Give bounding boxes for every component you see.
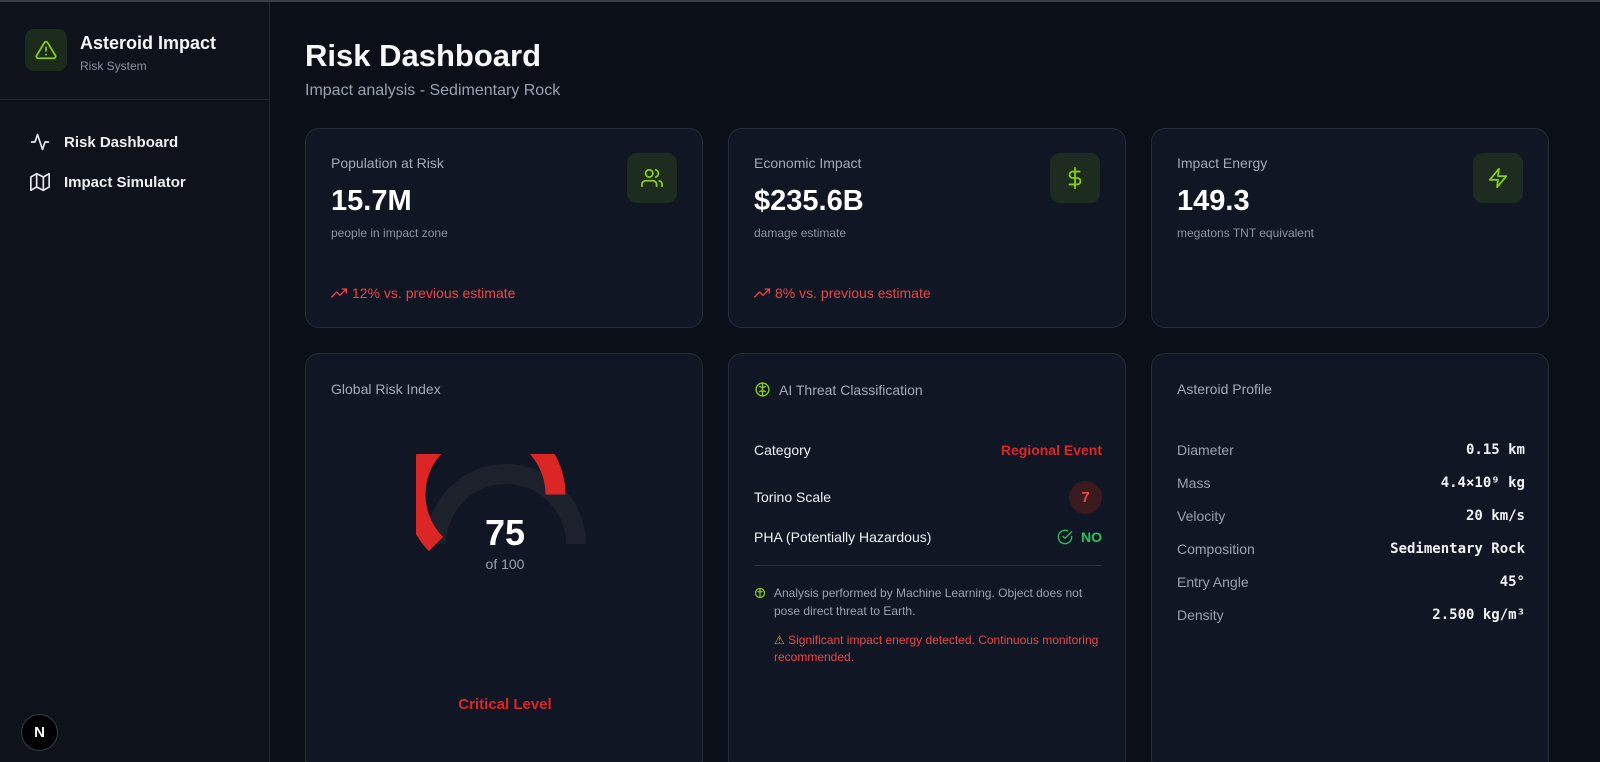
card-title: Asteroid Profile bbox=[1177, 381, 1272, 397]
torino-label: Torino Scale bbox=[754, 489, 832, 505]
pha-status: NO bbox=[1057, 529, 1102, 545]
risk-index-card: Global Risk Index 75 of 100 Critical Lev… bbox=[305, 353, 703, 762]
sidebar-item-impact-simulator[interactable]: Impact Simulator bbox=[0, 162, 269, 202]
trending-up-icon bbox=[331, 288, 347, 298]
profile-value: 45° bbox=[1499, 574, 1525, 590]
population-card: Population at Risk 15.7M people in impac… bbox=[305, 128, 703, 328]
card-title: Global Risk Index bbox=[331, 381, 441, 397]
stat-trend: 12% vs. previous estimate bbox=[331, 285, 515, 301]
page-subtitle: Impact analysis - Sedimentary Rock bbox=[305, 82, 561, 99]
card-title: AI Threat Classification bbox=[754, 381, 923, 398]
profile-value: 0.15 km bbox=[1465, 442, 1525, 458]
category-value: Regional Event bbox=[1000, 442, 1102, 458]
map-icon bbox=[30, 172, 50, 192]
brain-icon bbox=[755, 382, 770, 397]
check-circle-icon bbox=[1057, 529, 1073, 545]
profile-key: Density bbox=[1177, 607, 1224, 623]
warning-triangle-icon bbox=[25, 29, 67, 71]
economic-card: Economic Impact $235.6B damage estimate … bbox=[728, 128, 1126, 328]
stat-desc: megatons TNT equivalent bbox=[1177, 226, 1314, 240]
pha-value: NO bbox=[1081, 529, 1102, 545]
stat-label: Impact Energy bbox=[1177, 155, 1268, 171]
card-title-text: AI Threat Classification bbox=[779, 381, 923, 398]
divider bbox=[754, 565, 1102, 566]
gauge-max: of 100 bbox=[485, 556, 525, 572]
profile-key: Entry Angle bbox=[1177, 574, 1249, 590]
profile-row: Velocity 20 km/s bbox=[1177, 508, 1525, 524]
sidebar: Asteroid Impact Risk System Risk Dashboa… bbox=[0, 2, 270, 762]
sidebar-item-label: Impact Simulator bbox=[64, 173, 186, 191]
stat-value: $235.6B bbox=[754, 185, 864, 217]
torino-row: Torino Scale 7 bbox=[754, 480, 1102, 514]
main-content: Risk Dashboard Impact analysis - Sedimen… bbox=[271, 2, 1600, 762]
sidebar-nav: Risk Dashboard Impact Simulator bbox=[0, 100, 269, 202]
profile-row: Mass 4.4×10⁹ kg bbox=[1177, 475, 1525, 491]
torino-badge: 7 bbox=[1069, 480, 1102, 514]
sidebar-item-risk-dashboard[interactable]: Risk Dashboard bbox=[0, 122, 269, 162]
profile-row: Diameter 0.15 km bbox=[1177, 442, 1525, 458]
profile-value: 20 km/s bbox=[1465, 508, 1525, 524]
users-icon bbox=[627, 153, 677, 203]
profile-row: Density 2.500 kg/m³ bbox=[1177, 607, 1525, 623]
category-label: Category bbox=[754, 442, 811, 458]
stat-desc: damage estimate bbox=[754, 226, 847, 240]
ml-note: Analysis performed by Machine Learning. … bbox=[754, 584, 1102, 620]
zap-icon bbox=[1473, 153, 1523, 203]
page-title: Risk Dashboard bbox=[305, 38, 542, 73]
profile-card: Asteroid Profile Diameter 0.15 km Mass 4… bbox=[1151, 353, 1549, 762]
profile-key: Composition bbox=[1177, 541, 1255, 557]
brain-icon bbox=[754, 587, 766, 599]
stat-value: 15.7M bbox=[331, 185, 412, 217]
profile-key: Velocity bbox=[1177, 508, 1226, 524]
gauge-value: 75 bbox=[484, 512, 526, 553]
stat-label: Economic Impact bbox=[754, 155, 862, 171]
sidebar-item-label: Risk Dashboard bbox=[64, 133, 179, 151]
warning-note: ⚠ Significant impact energy detected. Co… bbox=[774, 632, 1102, 666]
energy-card: Impact Energy 149.3 megatons TNT equival… bbox=[1151, 128, 1549, 328]
profile-key: Mass bbox=[1177, 475, 1211, 491]
stat-desc: people in impact zone bbox=[331, 226, 448, 240]
brand: Asteroid Impact Risk System bbox=[0, 2, 269, 100]
n-logo-button[interactable]: N bbox=[21, 714, 58, 751]
threat-card: AI Threat Classification Category Region… bbox=[728, 353, 1126, 762]
category-row: Category Regional Event bbox=[754, 442, 1102, 458]
stat-value: 149.3 bbox=[1177, 185, 1250, 217]
warning-text: Significant impact energy detected. Cont… bbox=[774, 633, 1099, 664]
warning-icon: ⚠ bbox=[774, 633, 785, 647]
profile-value: Sedimentary Rock bbox=[1390, 541, 1525, 557]
stat-label: Population at Risk bbox=[331, 155, 444, 171]
brand-title: Asteroid Impact bbox=[80, 33, 217, 53]
trend-text: 12% vs. previous estimate bbox=[352, 285, 516, 301]
risk-level: Critical Level bbox=[458, 696, 552, 713]
ml-note-text: Analysis performed by Machine Learning. … bbox=[774, 586, 1083, 618]
profile-value: 4.4×10⁹ kg bbox=[1440, 475, 1525, 491]
profile-row: Composition Sedimentary Rock bbox=[1177, 541, 1525, 557]
dollar-icon bbox=[1050, 153, 1100, 203]
trend-text: 8% vs. previous estimate bbox=[775, 285, 931, 301]
profile-value: 2.500 kg/m³ bbox=[1432, 607, 1525, 623]
profile-key: Diameter bbox=[1177, 442, 1234, 458]
profile-row: Entry Angle 45° bbox=[1177, 574, 1525, 590]
activity-icon bbox=[30, 133, 50, 151]
pha-label: PHA (Potentially Hazardous) bbox=[754, 529, 932, 545]
pha-row: PHA (Potentially Hazardous) NO bbox=[754, 529, 1102, 545]
brand-subtitle: Risk System bbox=[80, 59, 147, 73]
trending-up-icon bbox=[754, 288, 770, 298]
stat-trend: 8% vs. previous estimate bbox=[754, 285, 931, 301]
